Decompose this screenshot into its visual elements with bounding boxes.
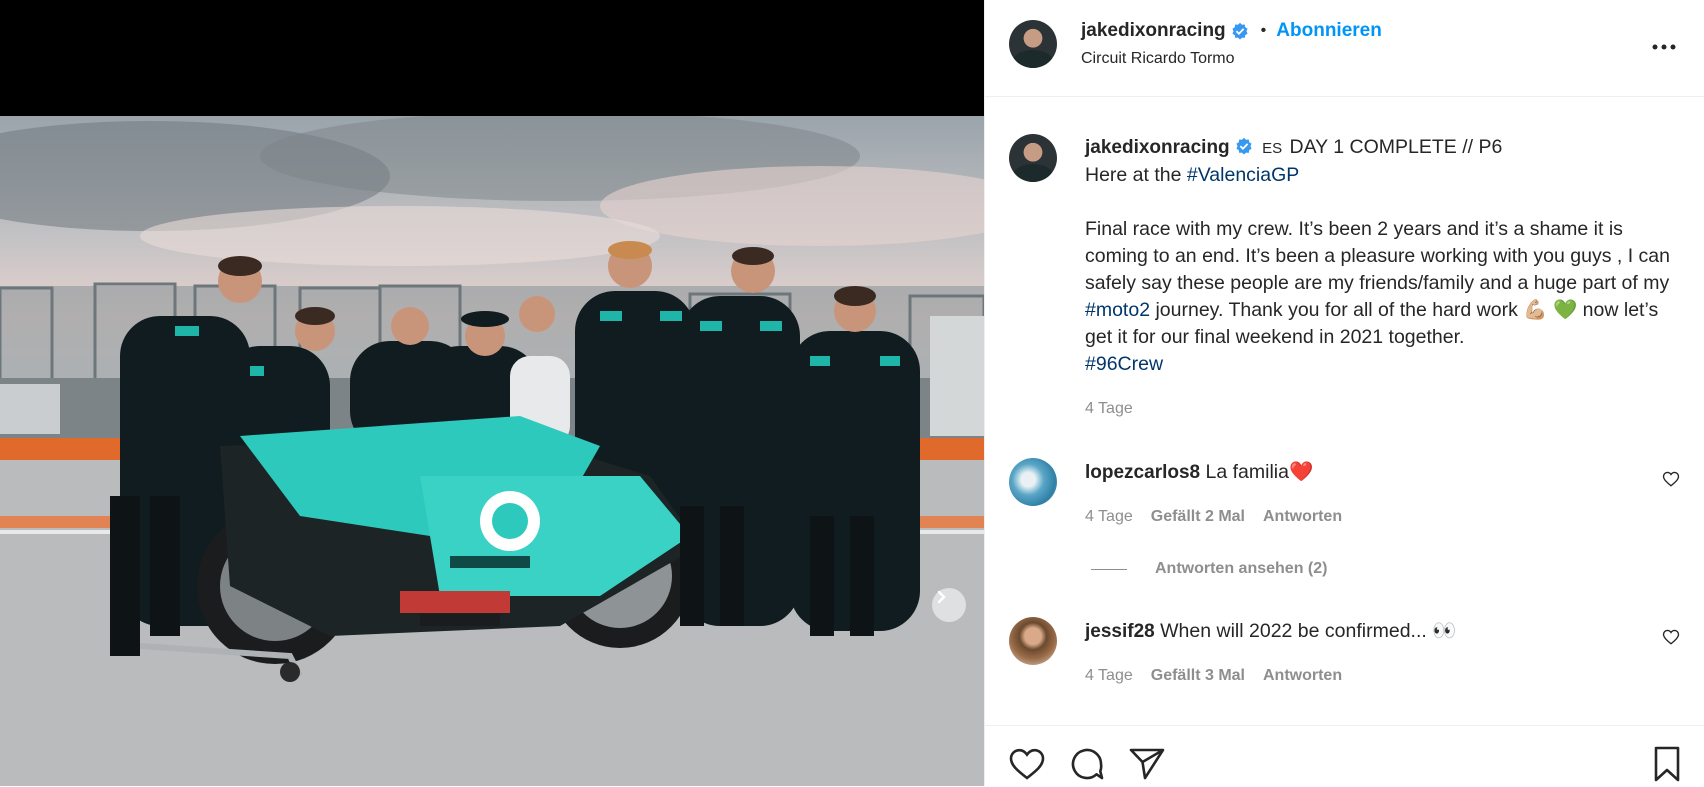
verified-badge-icon	[1232, 22, 1248, 40]
flexed-biceps-emoji: 💪🏼	[1523, 299, 1548, 321]
hashtag-valenciagp[interactable]: #ValenciaGP	[1187, 164, 1299, 186]
hashtag-96crew[interactable]: #96Crew	[1085, 353, 1163, 375]
comment-reply-button[interactable]: Antworten	[1263, 667, 1342, 685]
hashtag-moto2[interactable]: #moto2	[1085, 299, 1150, 321]
paper-plane-icon[interactable]	[1127, 744, 1167, 784]
commenter-avatar[interactable]	[1009, 617, 1057, 665]
caption-paragraph-a: Final race with my crew. It’s been 2 yea…	[1085, 218, 1670, 294]
caption-line-1: DAY 1 COMPLETE // P6	[1289, 136, 1503, 158]
comment-text: La familia	[1205, 461, 1289, 483]
team-photo-illustration	[0, 116, 984, 786]
replies-divider	[1091, 568, 1127, 570]
caption-author-avatar[interactable]	[1009, 134, 1057, 182]
bookmark-icon[interactable]	[1647, 744, 1687, 784]
header-separator: •	[1260, 22, 1267, 39]
view-replies-button[interactable]: Antworten ansehen (2)	[1091, 560, 1327, 578]
author-avatar[interactable]	[1009, 20, 1057, 68]
post-caption: jakedixonracing ES DAY 1 COMPLETE // P6 …	[1085, 134, 1675, 378]
view-replies-label: Antworten ansehen (2)	[1155, 560, 1328, 577]
eyes-emoji: 👀	[1432, 620, 1457, 642]
comment-reply-button[interactable]: Antworten	[1263, 508, 1342, 526]
caption-timestamp[interactable]: 4 Tage	[1085, 400, 1133, 418]
follow-button[interactable]: Abonnieren	[1276, 20, 1382, 42]
comment-username[interactable]: lopezcarlos8	[1085, 462, 1200, 483]
post-header: jakedixonracing • Abonnieren Circuit Ric…	[985, 0, 1704, 97]
verified-badge-icon	[1236, 137, 1252, 155]
comment-meta: 4 Tage Gefällt 3 Mal Antworten	[1085, 667, 1342, 685]
green-heart-emoji: 💚	[1552, 299, 1578, 321]
comment-timestamp[interactable]: 4 Tage	[1085, 508, 1133, 526]
post-location[interactable]: Circuit Ricardo Tormo	[1081, 50, 1235, 68]
post-action-bar	[985, 725, 1704, 787]
post-side-panel: jakedixonracing • Abonnieren Circuit Ric…	[984, 0, 1704, 786]
caption-paragraph-b: journey. Thank you for all of the hard w…	[1150, 299, 1524, 321]
comment-likes-count[interactable]: Gefällt 3 Mal	[1151, 667, 1245, 685]
comment-username[interactable]: jessif28	[1085, 621, 1155, 642]
header-username[interactable]: jakedixonracing	[1081, 20, 1226, 42]
next-photo-button[interactable]	[932, 588, 966, 622]
comment-bubble-icon[interactable]	[1067, 744, 1107, 784]
comment-text-row: jessif28 When will 2022 be confirmed... …	[1085, 619, 1457, 643]
comment-like-heart-icon[interactable]	[1662, 628, 1680, 646]
comment-meta: 4 Tage Gefällt 2 Mal Antworten	[1085, 508, 1342, 526]
red-heart-emoji: ❤️	[1289, 461, 1314, 483]
comment-like-heart-icon[interactable]	[1662, 470, 1680, 488]
header-user-row: jakedixonracing • Abonnieren	[1081, 20, 1382, 42]
commenter-avatar[interactable]	[1009, 458, 1057, 506]
comment-text: When will 2022 be confirmed...	[1160, 620, 1427, 642]
caption-line-2-prefix: Here at the	[1085, 164, 1187, 186]
spain-flag-icon: ES	[1262, 140, 1283, 157]
caption-username[interactable]: jakedixonracing	[1085, 137, 1230, 158]
more-dots-icon	[1652, 44, 1676, 50]
comment-timestamp[interactable]: 4 Tage	[1085, 667, 1133, 685]
comment-text-row: lopezcarlos8 La familia❤️	[1085, 460, 1313, 484]
more-options-button[interactable]	[1649, 32, 1679, 62]
heart-icon[interactable]	[1007, 744, 1047, 784]
comment-likes-count[interactable]: Gefällt 2 Mal	[1151, 508, 1245, 526]
post-photo[interactable]	[0, 116, 984, 786]
post-media[interactable]	[0, 0, 984, 786]
chevron-right-icon	[937, 590, 946, 604]
